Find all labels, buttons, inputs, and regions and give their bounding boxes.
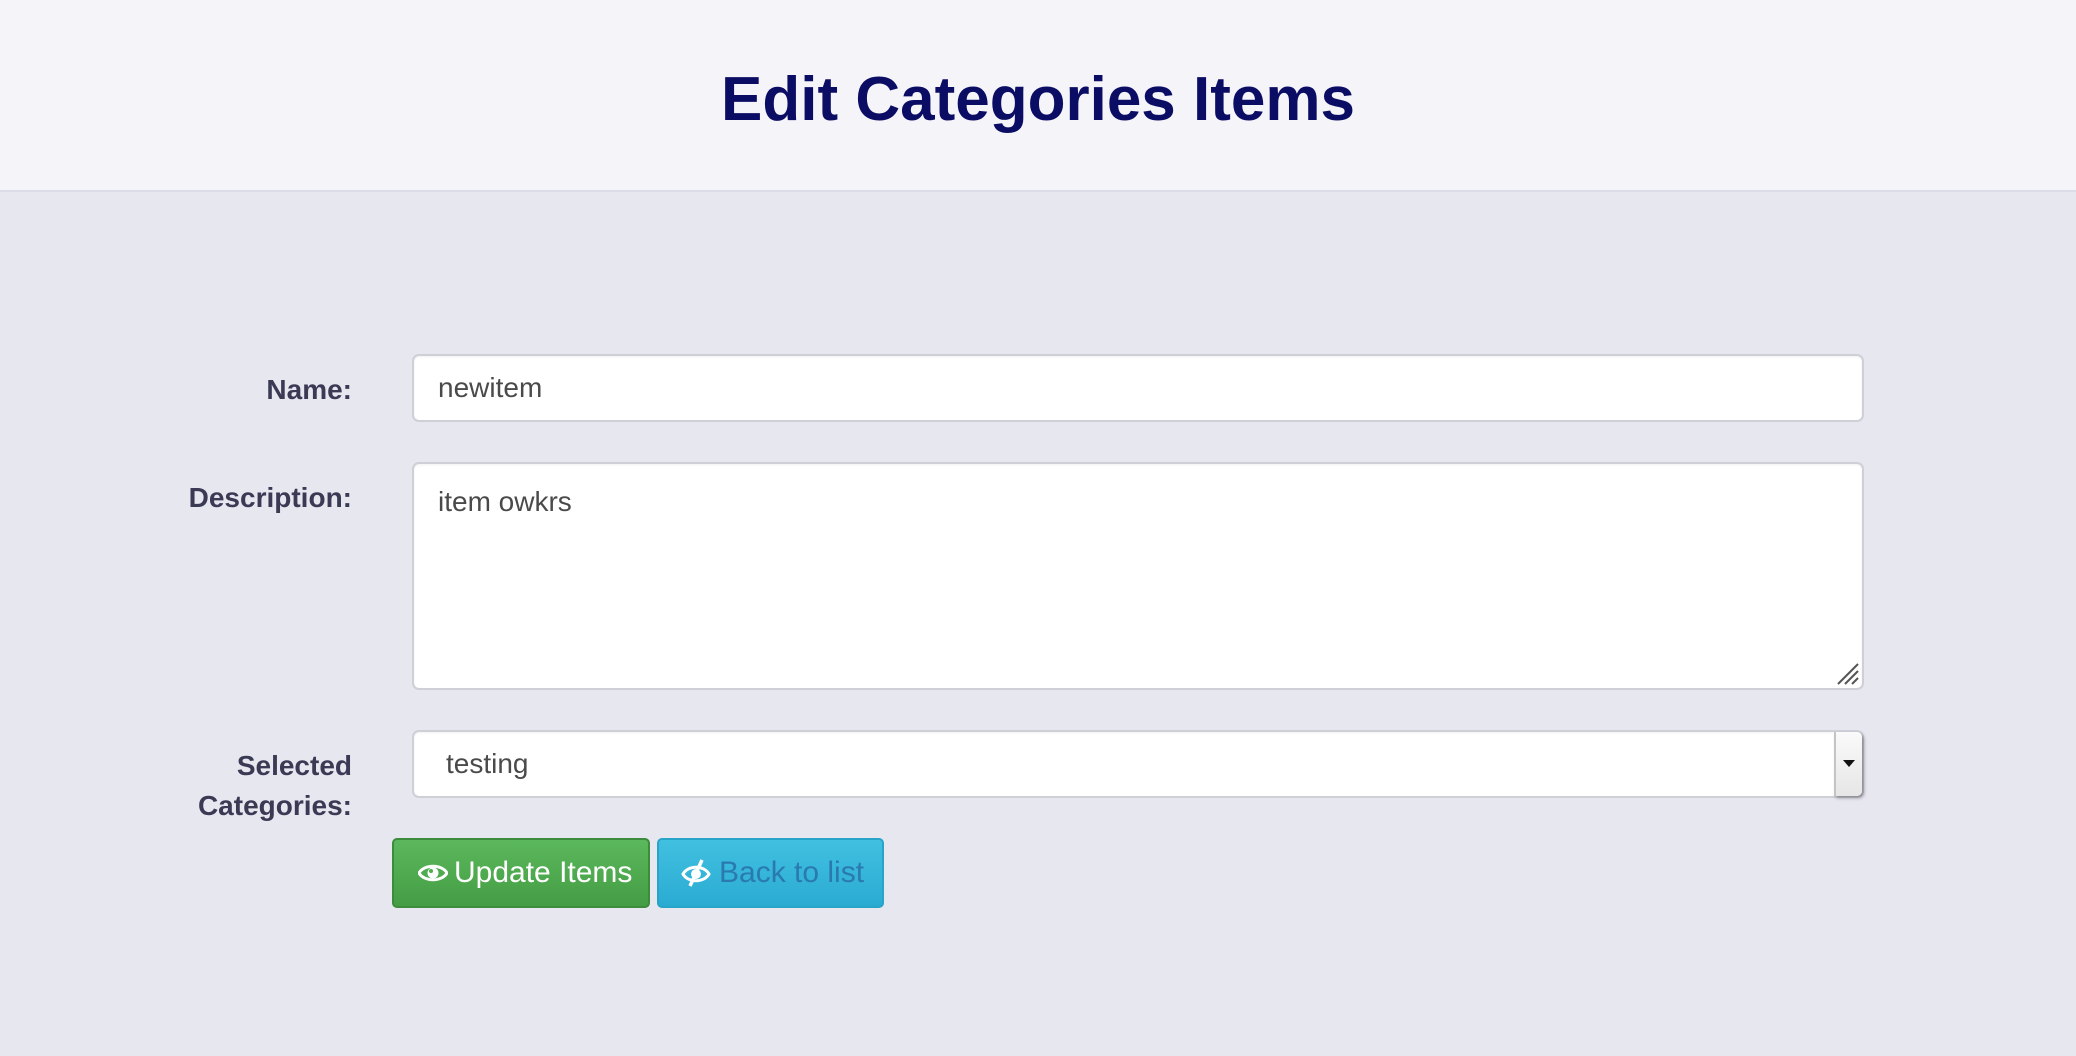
eye-slash-icon (681, 859, 711, 887)
back-to-list-label: Back to list (719, 856, 865, 889)
categories-label-line1: Selected (236, 750, 352, 781)
chevron-down-icon[interactable] (1834, 732, 1862, 796)
categories-select-value: testing (446, 748, 529, 779)
resize-handle-icon[interactable] (1832, 658, 1860, 686)
name-input-value: newitem (438, 372, 543, 403)
description-textarea[interactable]: item owkrs (412, 462, 1864, 690)
categories-select[interactable]: testing (412, 730, 1864, 798)
categories-label: Selected Categories: (0, 746, 352, 826)
update-items-button[interactable]: Update Items (392, 838, 650, 908)
categories-label-line2: Categories: (197, 790, 352, 821)
name-label: Name: (266, 374, 352, 405)
description-label: Description: (188, 482, 352, 513)
page-title: Edit Categories Items (721, 65, 1355, 134)
page-header: Edit Categories Items (0, 0, 2076, 192)
back-to-list-button[interactable]: Back to list (657, 838, 884, 908)
update-items-label: Update Items (454, 856, 633, 889)
eye-icon (418, 864, 448, 882)
description-textarea-value: item owkrs (438, 486, 572, 517)
name-input[interactable]: newitem (412, 354, 1864, 422)
